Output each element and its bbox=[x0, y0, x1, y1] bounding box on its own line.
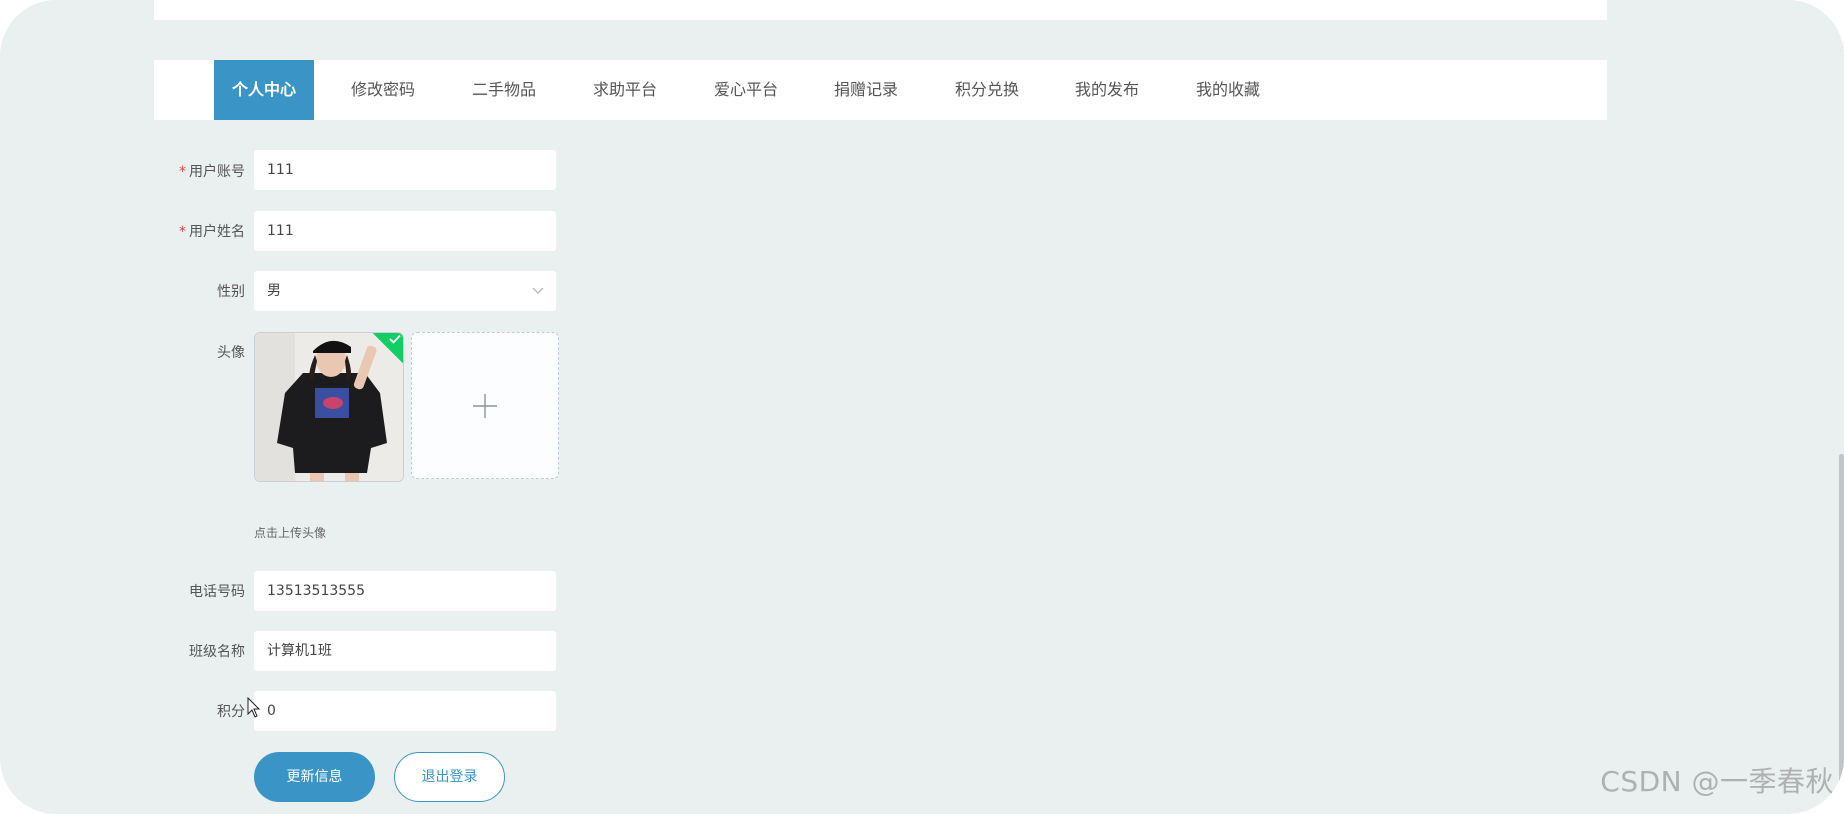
account-label: * 用户账号 bbox=[135, 161, 245, 181]
phone-label: 电话号码 bbox=[189, 584, 245, 600]
gender-select[interactable]: 男 bbox=[254, 271, 556, 311]
tab-change-password[interactable]: 修改密码 bbox=[328, 60, 438, 120]
class-input[interactable]: 计算机1班 bbox=[254, 631, 556, 671]
name-label: * 用户姓名 bbox=[135, 221, 245, 241]
avatar-image[interactable] bbox=[254, 332, 404, 482]
check-icon bbox=[389, 334, 401, 347]
avatar-photo bbox=[255, 333, 403, 481]
tab-help-platform[interactable]: 求助平台 bbox=[570, 60, 680, 120]
avatar-label: 头像 bbox=[217, 345, 245, 361]
tab-charity-platform[interactable]: 爱心平台 bbox=[691, 60, 801, 120]
tab-second-hand[interactable]: 二手物品 bbox=[449, 60, 559, 120]
name-label-text: 用户姓名 bbox=[189, 224, 245, 240]
tab-personal-center[interactable]: 个人中心 bbox=[214, 60, 314, 120]
points-input[interactable]: 0 bbox=[254, 691, 556, 731]
page-scrollbar[interactable] bbox=[1839, 454, 1844, 784]
top-navigation: 个人中心 修改密码 二手物品 求助平台 爱心平台 捐赠记录 积分兑换 我的发布 … bbox=[154, 60, 1607, 120]
tab-my-favorites[interactable]: 我的收藏 bbox=[1173, 60, 1283, 120]
plus-icon bbox=[412, 333, 558, 478]
page-background: 个人中心 修改密码 二手物品 求助平台 爱心平台 捐赠记录 积分兑换 我的发布 … bbox=[0, 0, 1844, 814]
name-input[interactable]: 111 bbox=[254, 211, 556, 251]
tab-donation-records[interactable]: 捐赠记录 bbox=[811, 60, 921, 120]
account-input[interactable]: 111 bbox=[254, 150, 556, 190]
required-mark: * bbox=[179, 224, 186, 240]
avatar-upload-button[interactable] bbox=[411, 332, 559, 479]
logout-button[interactable]: 退出登录 bbox=[394, 752, 505, 802]
gender-label: 性别 bbox=[217, 284, 245, 300]
avatar-upload-hint: 点击上传头像 bbox=[254, 526, 327, 540]
watermark: CSDN @一季春秋 bbox=[1600, 765, 1834, 798]
points-label: 积分 bbox=[217, 704, 245, 720]
phone-input[interactable]: 13513513555 bbox=[254, 571, 556, 611]
class-label: 班级名称 bbox=[189, 644, 245, 660]
required-mark: * bbox=[179, 164, 186, 180]
gender-value: 男 bbox=[267, 283, 281, 299]
mouse-cursor-icon bbox=[247, 696, 263, 719]
account-label-text: 用户账号 bbox=[189, 164, 245, 180]
chevron-down-icon bbox=[532, 271, 544, 327]
top-content-strip bbox=[154, 0, 1607, 20]
tab-points-exchange[interactable]: 积分兑换 bbox=[932, 60, 1042, 120]
update-info-button[interactable]: 更新信息 bbox=[254, 752, 375, 802]
tab-my-posts[interactable]: 我的发布 bbox=[1052, 60, 1162, 120]
